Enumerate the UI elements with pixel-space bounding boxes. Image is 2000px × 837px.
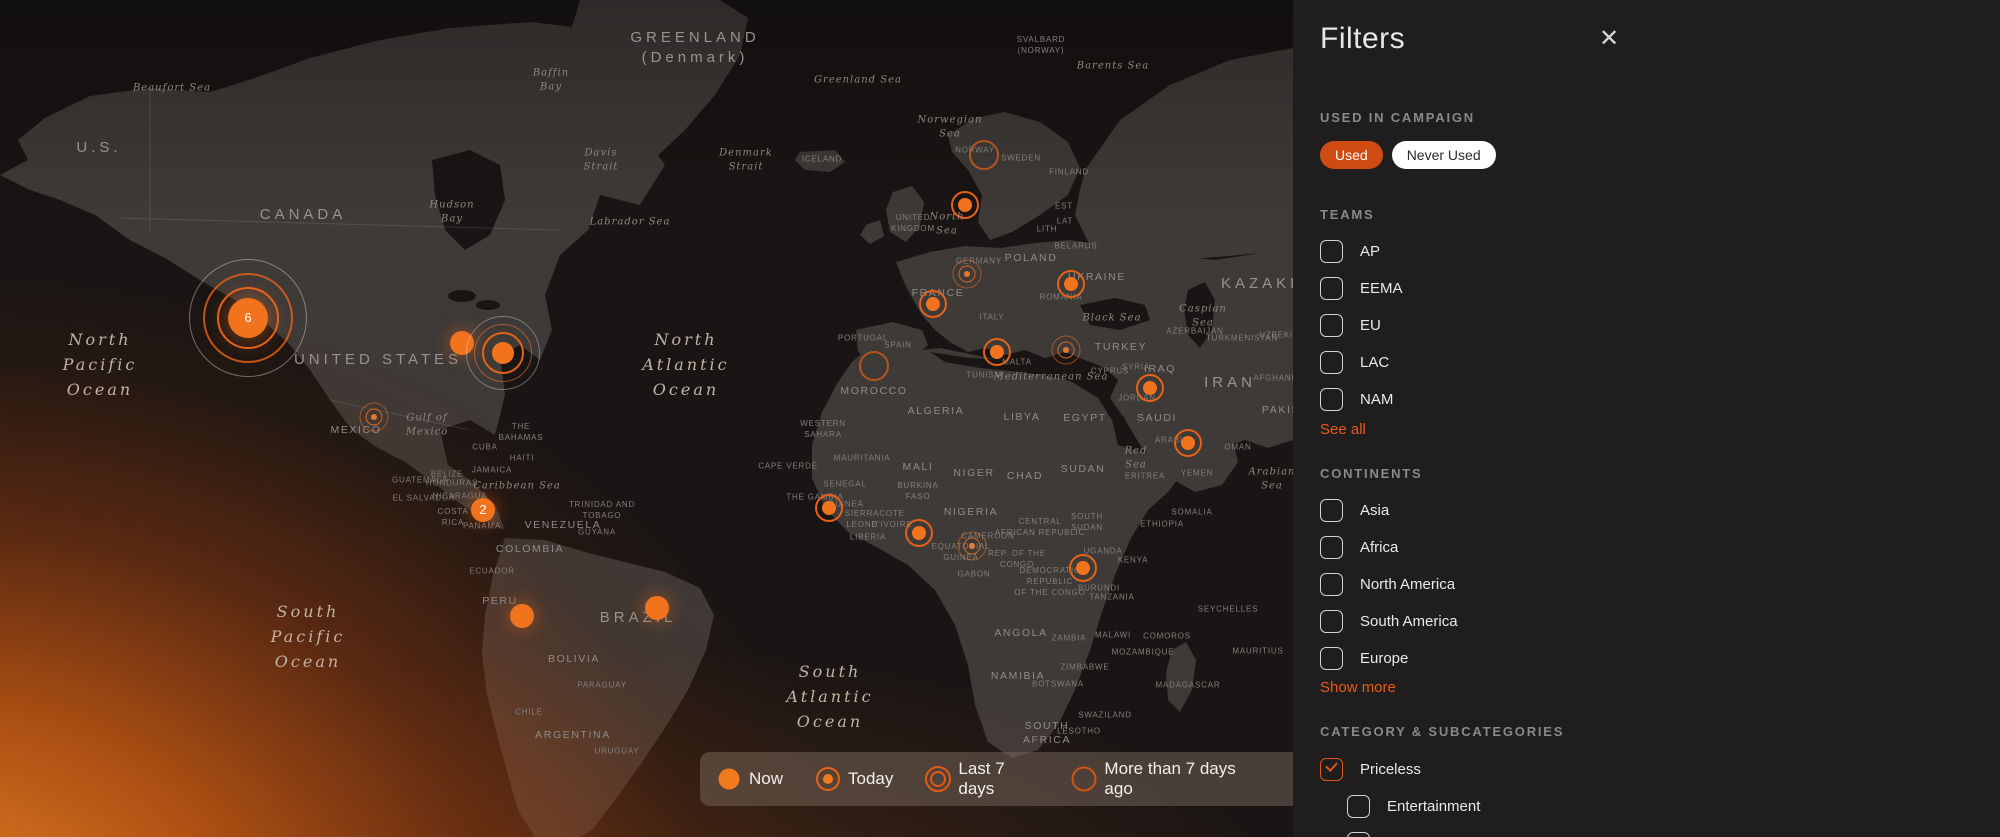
team-ap-checkbox[interactable] bbox=[1320, 240, 1343, 263]
legend-label: Today bbox=[848, 769, 893, 789]
category-priceless-checkbox[interactable] bbox=[1320, 758, 1343, 781]
team-eema-label: EEMA bbox=[1360, 280, 1403, 297]
legend-label: Last 7 days bbox=[958, 759, 1039, 799]
map-legend: Now Today Last 7 days More than 7 days ago bbox=[700, 752, 1293, 806]
show-more-link[interactable]: Show more bbox=[1320, 679, 1396, 696]
panel-title: Filters bbox=[1320, 22, 1405, 56]
team-lac-label: LAC bbox=[1360, 354, 1389, 371]
legend-now-icon bbox=[718, 768, 740, 790]
section-header-continents: CONTINENTS bbox=[1320, 466, 1423, 481]
teams-list: AP EEMA EU LAC NAM bbox=[1320, 240, 1403, 425]
team-ap[interactable]: AP bbox=[1320, 240, 1403, 263]
continent-asia-checkbox[interactable] bbox=[1320, 499, 1343, 522]
see-all-link[interactable]: See all bbox=[1320, 421, 1366, 438]
map-landmass bbox=[0, 0, 1293, 837]
marker-count: 6 bbox=[244, 310, 251, 325]
app-window: North Pacific OceanNorth Atlantic OceanS… bbox=[0, 0, 2000, 837]
legend-label: More than 7 days ago bbox=[1104, 759, 1259, 799]
campaign-toggle-group: Used Never Used bbox=[1320, 141, 1496, 169]
continent-asia-label: Asia bbox=[1360, 502, 1389, 519]
team-eu-label: EU bbox=[1360, 317, 1381, 334]
category-item[interactable] bbox=[1347, 832, 1480, 837]
team-nam-checkbox[interactable] bbox=[1320, 388, 1343, 411]
category-item-checkbox[interactable] bbox=[1347, 832, 1370, 837]
legend-item-more-than-7-days-ago: More than 7 days ago bbox=[1073, 759, 1259, 799]
world-map[interactable]: North Pacific OceanNorth Atlantic OceanS… bbox=[0, 0, 1293, 837]
continent-south-america[interactable]: South America bbox=[1320, 610, 1458, 633]
categories-list: Priceless Entertainment bbox=[1320, 758, 1480, 837]
marker-count: 2 bbox=[479, 502, 486, 517]
continent-europe[interactable]: Europe bbox=[1320, 647, 1458, 670]
team-eema[interactable]: EEMA bbox=[1320, 277, 1403, 300]
filters-panel: Filters ✕ USED IN CAMPAIGN Used Never Use… bbox=[1293, 0, 2000, 837]
legend-older-icon bbox=[1073, 768, 1095, 790]
continent-europe-checkbox[interactable] bbox=[1320, 647, 1343, 670]
team-lac-checkbox[interactable] bbox=[1320, 351, 1343, 374]
team-nam[interactable]: NAM bbox=[1320, 388, 1403, 411]
team-lac[interactable]: LAC bbox=[1320, 351, 1403, 374]
team-eema-checkbox[interactable] bbox=[1320, 277, 1343, 300]
legend-item-today: Today bbox=[817, 768, 893, 790]
category-priceless[interactable]: Priceless bbox=[1320, 758, 1480, 781]
legend-label: Now bbox=[749, 769, 783, 789]
continent-africa[interactable]: Africa bbox=[1320, 536, 1458, 559]
continent-south-america-label: South America bbox=[1360, 613, 1458, 630]
continent-north-america-checkbox[interactable] bbox=[1320, 573, 1343, 596]
legend-last7-icon bbox=[927, 768, 949, 790]
continent-asia[interactable]: Asia bbox=[1320, 499, 1458, 522]
close-icon[interactable]: ✕ bbox=[1599, 24, 1619, 53]
continent-europe-label: Europe bbox=[1360, 650, 1408, 667]
section-header-campaign: USED IN CAMPAIGN bbox=[1320, 110, 1475, 125]
legend-item-last-7-days: Last 7 days bbox=[927, 759, 1039, 799]
category-priceless-label: Priceless bbox=[1360, 761, 1421, 778]
continent-africa-checkbox[interactable] bbox=[1320, 536, 1343, 559]
team-ap-label: AP bbox=[1360, 243, 1380, 260]
campaign-pill-used[interactable]: Used bbox=[1320, 141, 1383, 169]
team-nam-label: NAM bbox=[1360, 391, 1393, 408]
team-eu-checkbox[interactable] bbox=[1320, 314, 1343, 337]
category-entertainment-checkbox[interactable] bbox=[1347, 795, 1370, 818]
campaign-pill-never-used[interactable]: Never Used bbox=[1392, 141, 1496, 169]
continent-south-america-checkbox[interactable] bbox=[1320, 610, 1343, 633]
continent-north-america[interactable]: North America bbox=[1320, 573, 1458, 596]
team-eu[interactable]: EU bbox=[1320, 314, 1403, 337]
continent-north-america-label: North America bbox=[1360, 576, 1455, 593]
continent-africa-label: Africa bbox=[1360, 539, 1398, 556]
section-header-teams: TEAMS bbox=[1320, 207, 1375, 222]
category-entertainment-label: Entertainment bbox=[1387, 798, 1480, 815]
legend-item-now: Now bbox=[718, 768, 783, 790]
category-entertainment[interactable]: Entertainment bbox=[1347, 795, 1480, 818]
continents-list: Asia Africa North America South America Euro… bbox=[1320, 499, 1458, 684]
section-header-categories: CATEGORY & SUBCATEGORIES bbox=[1320, 724, 1564, 739]
legend-today-icon bbox=[817, 768, 839, 790]
